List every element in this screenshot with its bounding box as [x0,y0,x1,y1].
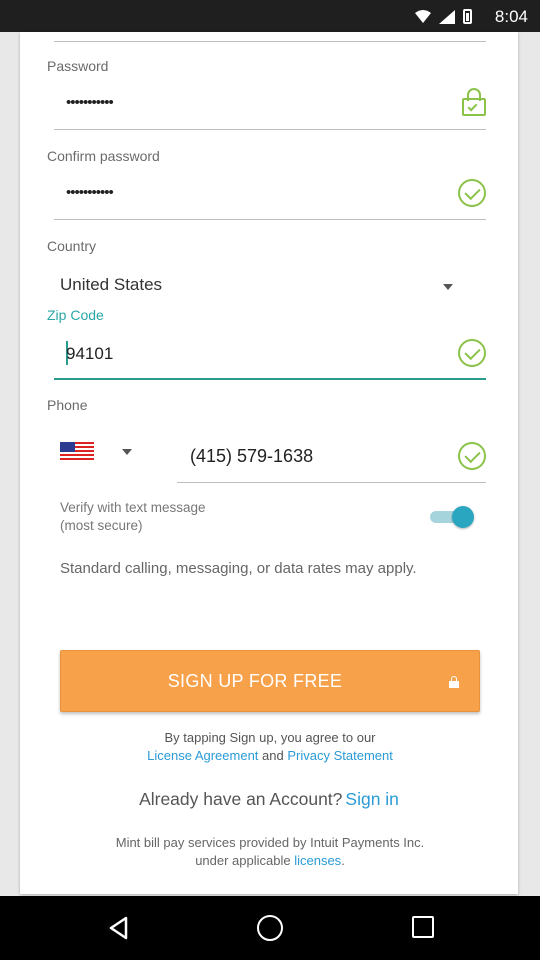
country-select[interactable]: United States [50,267,470,303]
signal-icon [439,9,455,24]
rates-disclaimer: Standard calling, messaging, or data rat… [60,560,417,577]
footer-line2-suffix: . [341,853,345,868]
confirm-password-label: Confirm password [47,148,160,164]
footer-text: Mint bill pay services provided by Intui… [60,834,480,870]
confirm-password-underline [54,219,486,220]
back-icon[interactable] [108,916,128,940]
agreement-text: By tapping Sign up, you agree to our Lic… [60,729,480,765]
lock-check-icon [462,88,486,116]
password-underline [54,129,486,130]
check-circle-icon [458,339,486,367]
agreement-prefix: By tapping Sign up, you agree to our [164,730,376,745]
zip-field[interactable]: 94101 [66,344,113,364]
agreement-and: and [262,748,284,763]
lock-icon [449,676,459,688]
verify-toggle[interactable] [430,506,474,528]
phone-underline [177,482,486,483]
status-time: 8:04 [494,7,528,26]
password-label: Password [47,58,109,74]
sign-up-button[interactable]: SIGN UP FOR FREE [60,650,480,712]
status-icons [415,9,472,24]
chevron-down-icon [122,449,132,455]
previous-field-underline [54,41,486,42]
us-flag-icon [60,442,94,460]
verify-text: Verify with text message (most secure) [60,499,206,535]
license-agreement-link[interactable]: License Agreement [147,748,258,763]
sign-in-link[interactable]: Sign in [345,789,399,809]
footer-line1: Mint bill pay services provided by Intui… [115,835,425,850]
country-value: United States [60,275,163,294]
footer-line2-prefix: under applicable [195,853,291,868]
signup-form-card: Password ••••••••••• Confirm password ••… [20,32,518,894]
verify-sublabel: (most secure) [60,518,143,533]
zip-underline [54,378,486,380]
check-circle-icon [458,442,486,470]
recents-icon[interactable] [412,916,434,938]
country-code-select[interactable] [58,437,138,467]
account-prompt-text: Already have an Account? [139,789,343,809]
home-icon[interactable] [257,915,283,941]
country-label: Country [47,238,97,254]
navigation-bar [0,896,540,960]
battery-icon [463,9,472,24]
status-bar: 8:04 [0,0,540,32]
privacy-statement-link[interactable]: Privacy Statement [287,748,393,763]
verify-label: Verify with text message [60,500,206,515]
wifi-icon [415,9,431,23]
phone-label: Phone [47,397,88,413]
licenses-link[interactable]: licenses [294,853,341,868]
password-field[interactable]: ••••••••••• [66,94,114,111]
confirm-password-field[interactable]: ••••••••••• [66,184,114,201]
check-circle-icon [458,179,486,207]
sign-up-button-label: SIGN UP FOR FREE [167,671,343,691]
zip-label: Zip Code [47,307,104,323]
account-prompt: Already have an Account? Sign in [20,789,518,810]
chevron-down-icon [443,284,453,290]
phone-field[interactable]: (415) 579-1638 [190,446,313,467]
